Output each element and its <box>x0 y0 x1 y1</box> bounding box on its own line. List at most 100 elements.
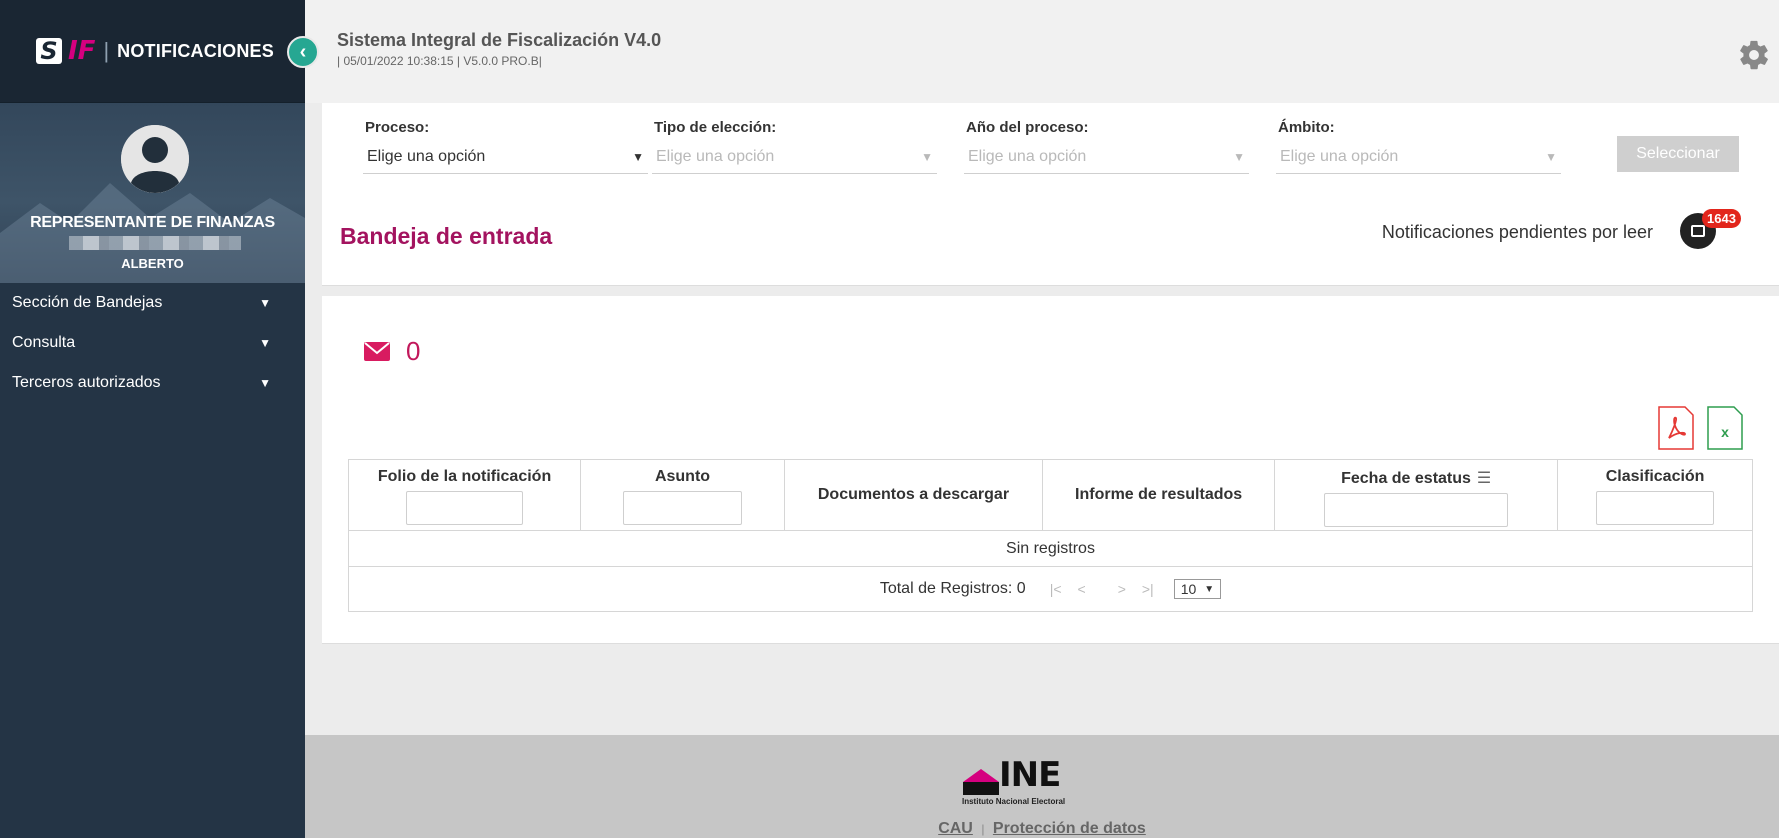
mail-count-value: 0 <box>406 336 421 366</box>
sort-icon[interactable]: ☰ <box>1477 468 1491 488</box>
chevron-down-icon: ▼ <box>1233 149 1245 164</box>
total-records: Total de Registros: 0 <box>879 580 1026 597</box>
avatar <box>121 125 189 193</box>
chevron-down-icon: ▼ <box>259 296 271 310</box>
gear-icon[interactable] <box>1737 38 1771 72</box>
page-size-select[interactable]: 10 ▼ <box>1173 579 1222 599</box>
column-documentos: Documentos a descargar <box>783 459 1044 531</box>
table-header-row: Folio de la notificación Asunto Document… <box>347 459 1753 531</box>
filters-card: Proceso: Elige una opción ▼ Tipo de elec… <box>322 103 1779 286</box>
logo-separator: | <box>103 38 110 63</box>
svg-text:x: x <box>1721 424 1729 440</box>
column-label: Documentos a descargar <box>817 486 1010 503</box>
link-separator: | <box>981 822 985 836</box>
fecha-estatus-filter-input[interactable] <box>1324 493 1509 527</box>
chevron-left-icon: ‹ <box>299 40 307 63</box>
column-label: Folio de la notificación <box>377 468 552 485</box>
filter-tipo-eleccion: Tipo de elección: Elige una opción ▼ <box>652 119 937 174</box>
ine-brand: INE <box>999 755 1061 795</box>
excel-export-icon[interactable]: x <box>1706 406 1744 450</box>
chevron-down-icon: ▼ <box>259 336 271 350</box>
footer-links: CAU | Protección de datos <box>305 820 1779 838</box>
sidebar: S IF | NOTIFICACIONES ‹ REPRESENTANTE DE… <box>0 0 319 838</box>
inbox-title: Bandeja de entrada <box>340 223 553 249</box>
ine-full-name: Instituto Nacional Electoral <box>962 797 1066 806</box>
message-icon <box>1691 225 1705 237</box>
chevron-down-icon: ▼ <box>1204 583 1215 595</box>
system-subtitle: | 05/01/2022 10:38:15 | V5.0.0 PRO.B| <box>337 54 542 68</box>
first-page-button[interactable]: |< <box>1050 581 1062 597</box>
user-role: REPRESENTANTE DE FINANZAS <box>30 214 275 231</box>
top-bar: Sistema Integral de Fiscalización V4.0 |… <box>305 0 1779 103</box>
column-informe: Informe de resultados <box>1042 459 1276 531</box>
proceso-select[interactable]: Elige una opción ▼ <box>363 140 648 174</box>
pdf-export-icon[interactable] <box>1657 406 1695 450</box>
column-fecha-estatus[interactable]: Fecha de estatus ☰ <box>1274 459 1559 531</box>
last-page-button[interactable]: >| <box>1142 581 1154 597</box>
select-value: Elige una opción <box>968 147 1087 165</box>
sidebar-item-label: Terceros autorizados <box>12 374 161 391</box>
chevron-down-icon: ▼ <box>921 149 933 164</box>
select-value: Elige una opción <box>656 147 775 165</box>
ine-logo: INE <box>963 755 1061 795</box>
cau-link[interactable]: CAU <box>938 820 973 837</box>
select-value: Elige una opción <box>367 147 486 165</box>
column-label: Informe de resultados <box>1075 486 1243 503</box>
collapse-sidebar-button[interactable]: ‹ <box>287 36 319 68</box>
envelope-icon <box>364 342 390 361</box>
privacy-link[interactable]: Protección de datos <box>993 820 1146 837</box>
chevron-down-icon: ▼ <box>259 376 271 390</box>
sidebar-item-seccion-de-bandejas[interactable]: Sección de Bandejas ▼ <box>0 283 305 323</box>
user-profile: REPRESENTANTE DE FINANZAS ALBERTO <box>0 103 305 283</box>
sif-logo-if: IF <box>68 36 96 66</box>
filter-ambito: Ámbito: Elige una opción ▼ <box>1276 119 1561 174</box>
anio-proceso-select[interactable]: Elige una opción ▼ <box>964 140 1249 174</box>
select-value: Elige una opción <box>1280 147 1399 165</box>
previous-page-button[interactable]: < <box>1078 581 1086 597</box>
inbox-card: 0 x Folio de la notificación Asunto Docu… <box>322 296 1779 644</box>
filter-label: Proceso: <box>365 119 430 136</box>
page-size-value: 10 <box>1180 581 1197 597</box>
column-clasificacion: Clasificación <box>1557 459 1753 531</box>
next-page-button[interactable]: > <box>1118 581 1126 597</box>
sidebar-item-consulta[interactable]: Consulta ▼ <box>0 323 305 363</box>
select-button[interactable]: Seleccionar <box>1617 136 1739 172</box>
app-title: NOTIFICACIONES <box>117 40 274 61</box>
sidebar-item-label: Sección de Bandejas <box>12 294 163 311</box>
chevron-down-icon: ▼ <box>1545 149 1557 164</box>
notifications-table: Folio de la notificación Asunto Document… <box>347 459 1753 612</box>
asunto-filter-input[interactable] <box>623 491 742 525</box>
empty-message: Sin registros <box>348 530 1753 567</box>
system-title: Sistema Integral de Fiscalización V4.0 <box>337 30 662 50</box>
sidebar-header: S IF | NOTIFICACIONES ‹ <box>0 0 319 103</box>
sidebar-nav: Sección de Bandejas ▼ Consulta ▼ Tercero… <box>0 283 305 403</box>
ine-diamond-icon <box>963 769 999 795</box>
filter-label: Ámbito: <box>1278 119 1335 136</box>
pending-notifications-label: Notificaciones pendientes por leer <box>1381 222 1653 242</box>
folio-filter-input[interactable] <box>406 491 524 525</box>
ambito-select[interactable]: Elige una opción ▼ <box>1276 140 1561 174</box>
filter-proceso: Proceso: Elige una opción ▼ <box>363 119 648 174</box>
chevron-down-icon: ▼ <box>632 149 644 164</box>
sidebar-item-terceros-autorizados[interactable]: Terceros autorizados ▼ <box>0 363 305 403</box>
column-folio: Folio de la notificación <box>347 459 582 531</box>
pending-count-badge: 1643 <box>1702 209 1741 228</box>
pagination-row: Total de Registros: 0 |< < > >| 10 ▼ <box>348 566 1753 612</box>
mail-count: 0 <box>364 336 420 367</box>
clasificacion-filter-input[interactable] <box>1596 491 1715 525</box>
column-label: Asunto <box>654 468 711 485</box>
user-first-name: ALBERTO <box>121 256 184 271</box>
table-row: Sin registros <box>348 530 1753 567</box>
column-label: Fecha de estatus <box>1341 470 1471 487</box>
sif-logo-mark: S <box>36 37 62 65</box>
user-icon <box>121 125 189 193</box>
filter-label: Año del proceso: <box>966 119 1089 136</box>
tipo-eleccion-select[interactable]: Elige una opción ▼ <box>652 140 937 174</box>
filter-anio-proceso: Año del proceso: Elige una opción ▼ <box>964 119 1249 174</box>
column-label: Clasificación <box>1605 468 1705 485</box>
redacted-user-name <box>69 236 241 250</box>
column-asunto: Asunto <box>580 459 785 531</box>
paginator: Total de Registros: 0 |< < > >| 10 ▼ <box>349 567 1752 611</box>
filter-label: Tipo de elección: <box>654 119 777 136</box>
sidebar-item-label: Consulta <box>12 334 76 351</box>
